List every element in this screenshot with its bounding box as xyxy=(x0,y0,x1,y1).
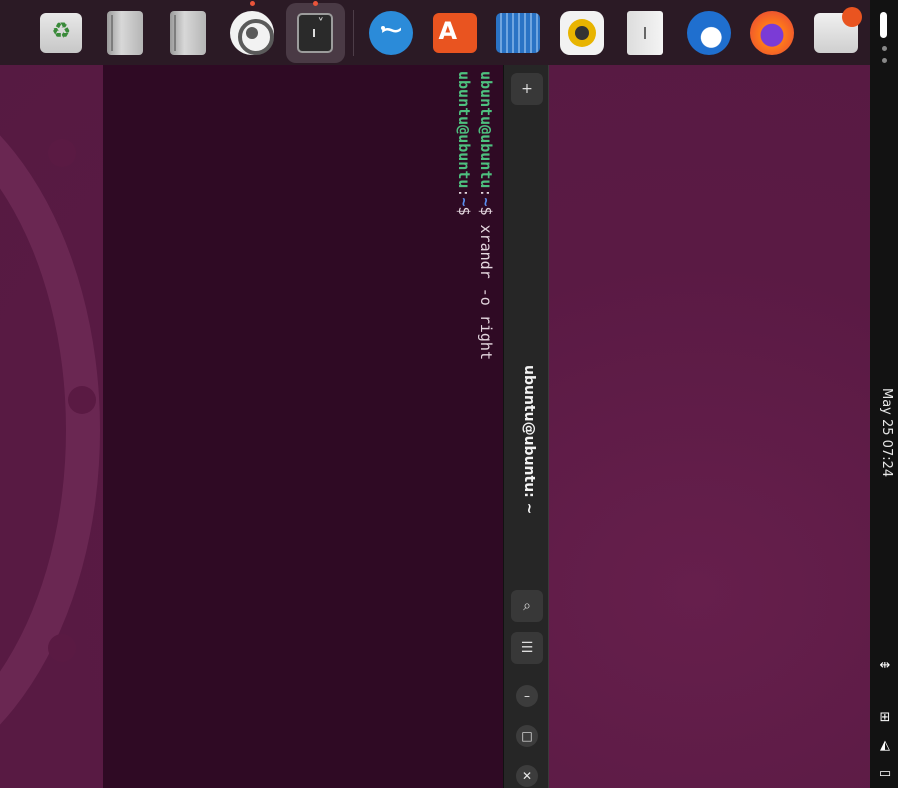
prompt-user-host: ubuntu@ubuntu xyxy=(455,71,473,189)
command-text: xrandr -o right xyxy=(477,215,495,360)
battery-icon[interactable]: ▭ xyxy=(877,766,893,782)
dock-separator xyxy=(352,9,354,56)
dock-item-firefox[interactable] xyxy=(743,3,802,63)
volume-icon[interactable]: ◭ xyxy=(877,738,893,754)
prompt-symbol: $ xyxy=(477,206,495,216)
dock-item-drive-1[interactable] xyxy=(96,3,155,63)
window-title: ubuntu@ubuntu: ~ xyxy=(521,365,537,515)
drive-icon xyxy=(170,10,207,55)
network-icon[interactable]: ⊞ xyxy=(877,710,893,726)
workspace-dot[interactable] xyxy=(882,46,887,51)
terminal-line-1: ubuntu@ubuntu:~$ xrandr -o right xyxy=(475,71,497,471)
dock-item-blue-app[interactable] xyxy=(489,3,548,63)
dock-item-rhythmbox[interactable] xyxy=(552,3,611,63)
running-indicator xyxy=(313,0,319,6)
settings-icon xyxy=(229,10,274,55)
wallpaper-dot xyxy=(48,634,76,662)
prompt-user-host: ubuntu@ubuntu xyxy=(477,71,495,189)
dock-item-drive-2[interactable] xyxy=(159,3,218,63)
dock xyxy=(0,0,870,65)
terminal-headerbar[interactable]: + ubuntu@ubuntu: ~ ⌕ ☰ – □ ✕ xyxy=(503,65,549,788)
workspace-dot[interactable] xyxy=(882,58,887,63)
drive-icon xyxy=(106,10,143,55)
orange-app-icon xyxy=(432,12,477,53)
running-indicator xyxy=(249,0,255,6)
dock-item-terminal[interactable] xyxy=(286,0,345,63)
blue-app-icon xyxy=(496,12,541,53)
terminal-icon xyxy=(297,12,334,53)
dock-item-thunderbird[interactable] xyxy=(679,3,738,63)
dock-item-trash[interactable] xyxy=(32,3,91,63)
dock-item-tux-app[interactable] xyxy=(362,3,421,63)
maximize-button[interactable]: □ xyxy=(516,725,538,747)
top-panel: May 25 07:24 ⇹ ⊞ ◭ ▭ xyxy=(870,0,898,788)
wallpaper-ring-decoration xyxy=(0,70,100,788)
prompt-symbol: $ xyxy=(455,206,473,216)
writer-icon xyxy=(627,10,664,55)
activities-button[interactable] xyxy=(880,12,887,38)
wallpaper-dot xyxy=(48,139,76,167)
trash-icon xyxy=(40,12,83,53)
search-button[interactable]: ⌕ xyxy=(511,590,543,622)
tux-icon xyxy=(368,10,413,55)
firefox-icon xyxy=(750,10,795,55)
terminal-window: ubuntu@ubuntu:~$ xrandr -o right ubuntu@… xyxy=(103,65,549,788)
minimize-button[interactable]: – xyxy=(516,685,538,707)
dock-item-settings[interactable] xyxy=(223,0,282,63)
wallpaper-dot xyxy=(68,386,96,414)
thunderbird-icon xyxy=(686,10,731,55)
rhythmbox-icon xyxy=(559,10,604,55)
disks-icon xyxy=(813,6,862,53)
dock-item-disks[interactable] xyxy=(807,3,866,63)
clock[interactable]: May 25 07:24 xyxy=(874,388,894,498)
dock-item-writer[interactable] xyxy=(616,3,675,63)
terminal-line-2: ubuntu@ubuntu:~$ xyxy=(453,71,475,471)
dock-item-orange-app[interactable] xyxy=(425,3,484,63)
accessibility-icon[interactable]: ⇹ xyxy=(877,658,893,674)
close-button[interactable]: ✕ xyxy=(516,765,538,787)
terminal-content[interactable]: ubuntu@ubuntu:~$ xrandr -o right ubuntu@… xyxy=(103,65,503,788)
new-tab-button[interactable]: + xyxy=(511,73,543,105)
menu-button[interactable]: ☰ xyxy=(511,632,543,664)
